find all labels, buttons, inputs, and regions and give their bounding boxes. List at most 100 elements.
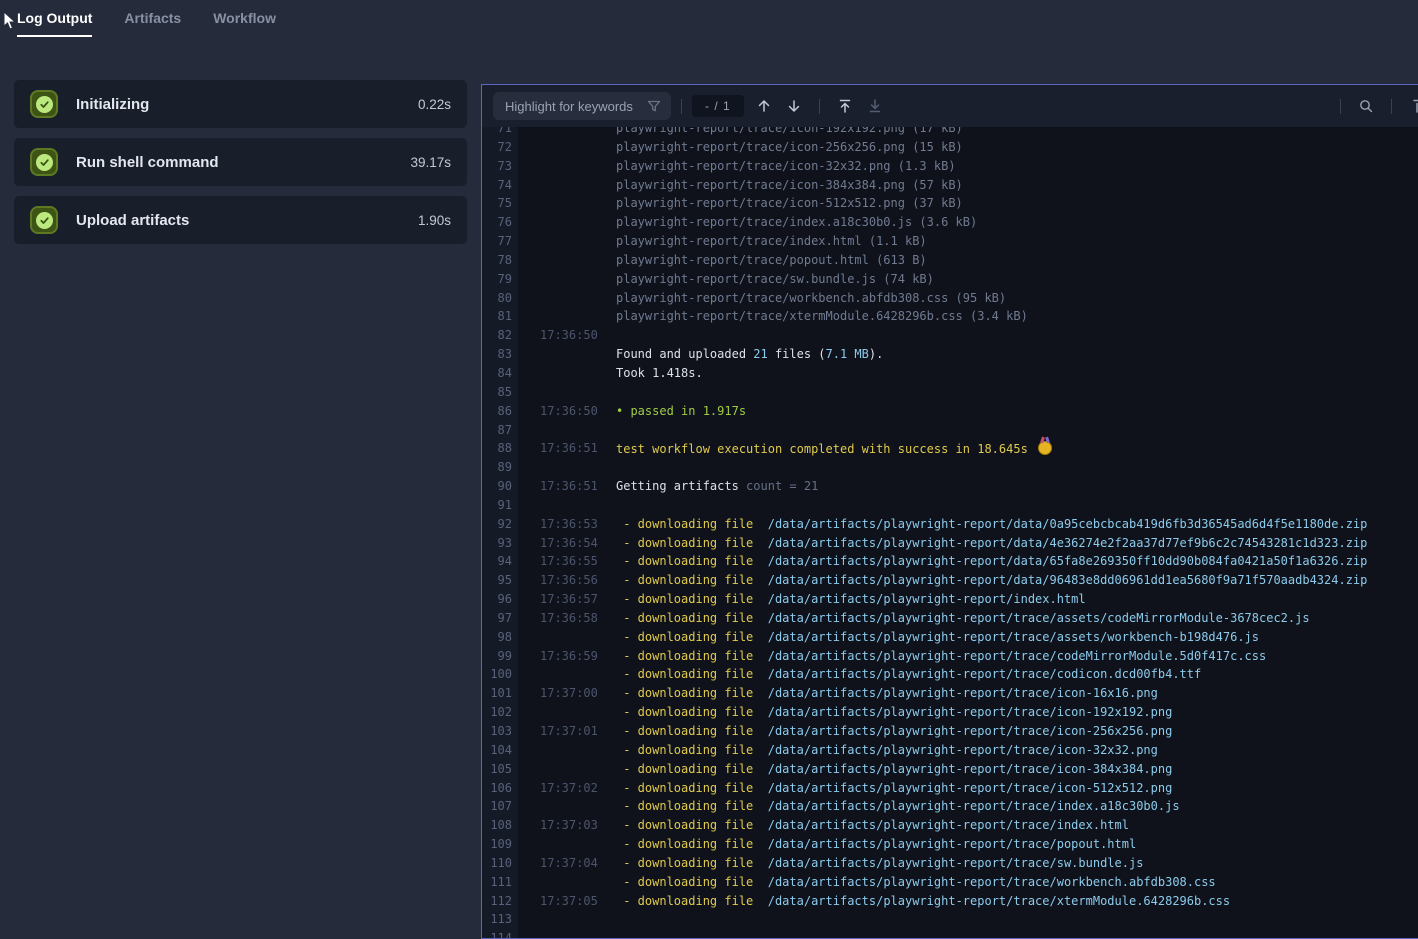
line-number[interactable]: 97 <box>482 609 512 628</box>
log-line: 105 - downloading file /data/artifacts/p… <box>482 760 1418 779</box>
log-line: 91 <box>482 496 1418 515</box>
search-button[interactable] <box>1354 96 1378 116</box>
next-match-button[interactable] <box>782 96 806 116</box>
line-number[interactable]: 86 <box>482 402 512 421</box>
line-number[interactable]: 103 <box>482 722 512 741</box>
scroll-to-bottom-icon <box>867 98 883 114</box>
line-number[interactable]: 73 <box>482 157 512 176</box>
tab-log-output[interactable]: Log Output <box>17 10 92 37</box>
line-number[interactable]: 85 <box>482 383 512 402</box>
log-line: 111 - downloading file /data/artifacts/p… <box>482 873 1418 892</box>
line-content: - downloading file /data/artifacts/playw… <box>616 665 1201 684</box>
line-timestamp: 17:37:04 <box>540 854 600 873</box>
line-number[interactable]: 106 <box>482 779 512 798</box>
line-number[interactable]: 90 <box>482 477 512 496</box>
line-timestamp: 17:36:57 <box>540 590 600 609</box>
line-timestamp: 17:37:02 <box>540 779 600 798</box>
tab-artifacts[interactable]: Artifacts <box>124 10 181 37</box>
line-content: - downloading file /data/artifacts/playw… <box>616 760 1172 779</box>
step-card[interactable]: Run shell command 39.17s <box>14 138 467 186</box>
log-line: 8817:36:51test workflow execution comple… <box>482 439 1418 458</box>
line-timestamp: 17:37:01 <box>540 722 600 741</box>
log-line: 82 17:36:50 <box>482 326 1418 345</box>
line-number[interactable]: 104 <box>482 741 512 760</box>
line-number[interactable]: 93 <box>482 534 512 553</box>
line-number[interactable]: 92 <box>482 515 512 534</box>
line-number[interactable]: 74 <box>482 176 512 195</box>
log-line: 113 <box>482 910 1418 929</box>
log-line: 10317:37:01 - downloading file /data/art… <box>482 722 1418 741</box>
line-timestamp <box>540 741 600 760</box>
log-body[interactable]: 71playwright-report/trace/icon-192x192.p… <box>482 127 1418 938</box>
line-content: - downloading file /data/artifacts/playw… <box>616 816 1129 835</box>
line-number[interactable]: 111 <box>482 873 512 892</box>
arrow-up-icon <box>756 98 772 114</box>
steps-list: Initializing 0.22s Run shell command 39.… <box>14 80 467 244</box>
scroll-to-top-button[interactable] <box>833 96 857 116</box>
line-number[interactable]: 82 <box>482 326 512 345</box>
line-timestamp <box>540 232 600 251</box>
line-number[interactable]: 96 <box>482 590 512 609</box>
line-number[interactable]: 113 <box>482 910 512 929</box>
line-number[interactable]: 81 <box>482 307 512 326</box>
line-number[interactable]: 88 <box>482 439 512 458</box>
line-timestamp <box>540 835 600 854</box>
line-content: Getting artifacts count = 21 <box>616 477 818 496</box>
step-card[interactable]: Initializing 0.22s <box>14 80 467 128</box>
line-timestamp <box>540 251 600 270</box>
step-label: Initializing <box>76 96 418 113</box>
step-duration: 1.90s <box>418 213 451 228</box>
line-number[interactable]: 114 <box>482 929 512 938</box>
line-number[interactable]: 76 <box>482 213 512 232</box>
scroll-to-bottom-button[interactable] <box>863 96 887 116</box>
log-line: 107 - downloading file /data/artifacts/p… <box>482 797 1418 816</box>
line-content: Took 1.418s. <box>616 364 703 383</box>
line-timestamp <box>540 910 600 929</box>
clipped-toolbar-icon[interactable] <box>1412 98 1418 114</box>
tab-workflow[interactable]: Workflow <box>213 10 276 37</box>
line-content: - downloading file /data/artifacts/playw… <box>616 590 1086 609</box>
line-number[interactable]: 101 <box>482 684 512 703</box>
line-number[interactable]: 72 <box>482 138 512 157</box>
line-number[interactable]: 109 <box>482 835 512 854</box>
log-line: 79playwright-report/trace/sw.bundle.js (… <box>482 270 1418 289</box>
line-number[interactable]: 112 <box>482 892 512 911</box>
line-timestamp: 17:36:50 <box>540 326 600 345</box>
line-number[interactable]: 94 <box>482 552 512 571</box>
line-number[interactable]: 87 <box>482 421 512 440</box>
line-number[interactable]: 105 <box>482 760 512 779</box>
step-card[interactable]: Upload artifacts 1.90s <box>14 196 467 244</box>
line-number[interactable]: 89 <box>482 458 512 477</box>
line-number[interactable]: 108 <box>482 816 512 835</box>
line-number[interactable]: 78 <box>482 251 512 270</box>
line-number[interactable]: 99 <box>482 647 512 666</box>
success-check-icon <box>30 148 58 176</box>
line-number[interactable]: 95 <box>482 571 512 590</box>
line-content: - downloading file /data/artifacts/playw… <box>616 835 1136 854</box>
line-timestamp <box>540 364 600 383</box>
log-line: 81playwright-report/trace/xtermModule.64… <box>482 307 1418 326</box>
line-number[interactable]: 71 <box>482 127 512 138</box>
line-number[interactable]: 98 <box>482 628 512 647</box>
line-number[interactable]: 77 <box>482 232 512 251</box>
line-content: playwright-report/trace/icon-32x32.png (… <box>616 157 956 176</box>
line-content: playwright-report/trace/popout.html (613… <box>616 251 927 270</box>
log-line: 84 Took 1.418s. <box>482 364 1418 383</box>
line-timestamp <box>540 194 600 213</box>
line-number[interactable]: 75 <box>482 194 512 213</box>
log-line: 11217:37:05 - downloading file /data/art… <box>482 892 1418 911</box>
line-number[interactable]: 107 <box>482 797 512 816</box>
line-number[interactable]: 102 <box>482 703 512 722</box>
line-number[interactable]: 80 <box>482 289 512 308</box>
highlight-keywords-button[interactable]: Highlight for keywords <box>493 92 671 120</box>
previous-match-button[interactable] <box>752 96 776 116</box>
line-number[interactable]: 100 <box>482 665 512 684</box>
line-number[interactable]: 83 <box>482 345 512 364</box>
line-number[interactable]: 91 <box>482 496 512 515</box>
line-content: • passed in 1.917s <box>616 402 746 421</box>
log-panel: Highlight for keywords - / 1 <box>481 84 1418 939</box>
line-number[interactable]: 84 <box>482 364 512 383</box>
line-number[interactable]: 79 <box>482 270 512 289</box>
line-number[interactable]: 110 <box>482 854 512 873</box>
log-line: 80playwright-report/trace/workbench.abfd… <box>482 289 1418 308</box>
